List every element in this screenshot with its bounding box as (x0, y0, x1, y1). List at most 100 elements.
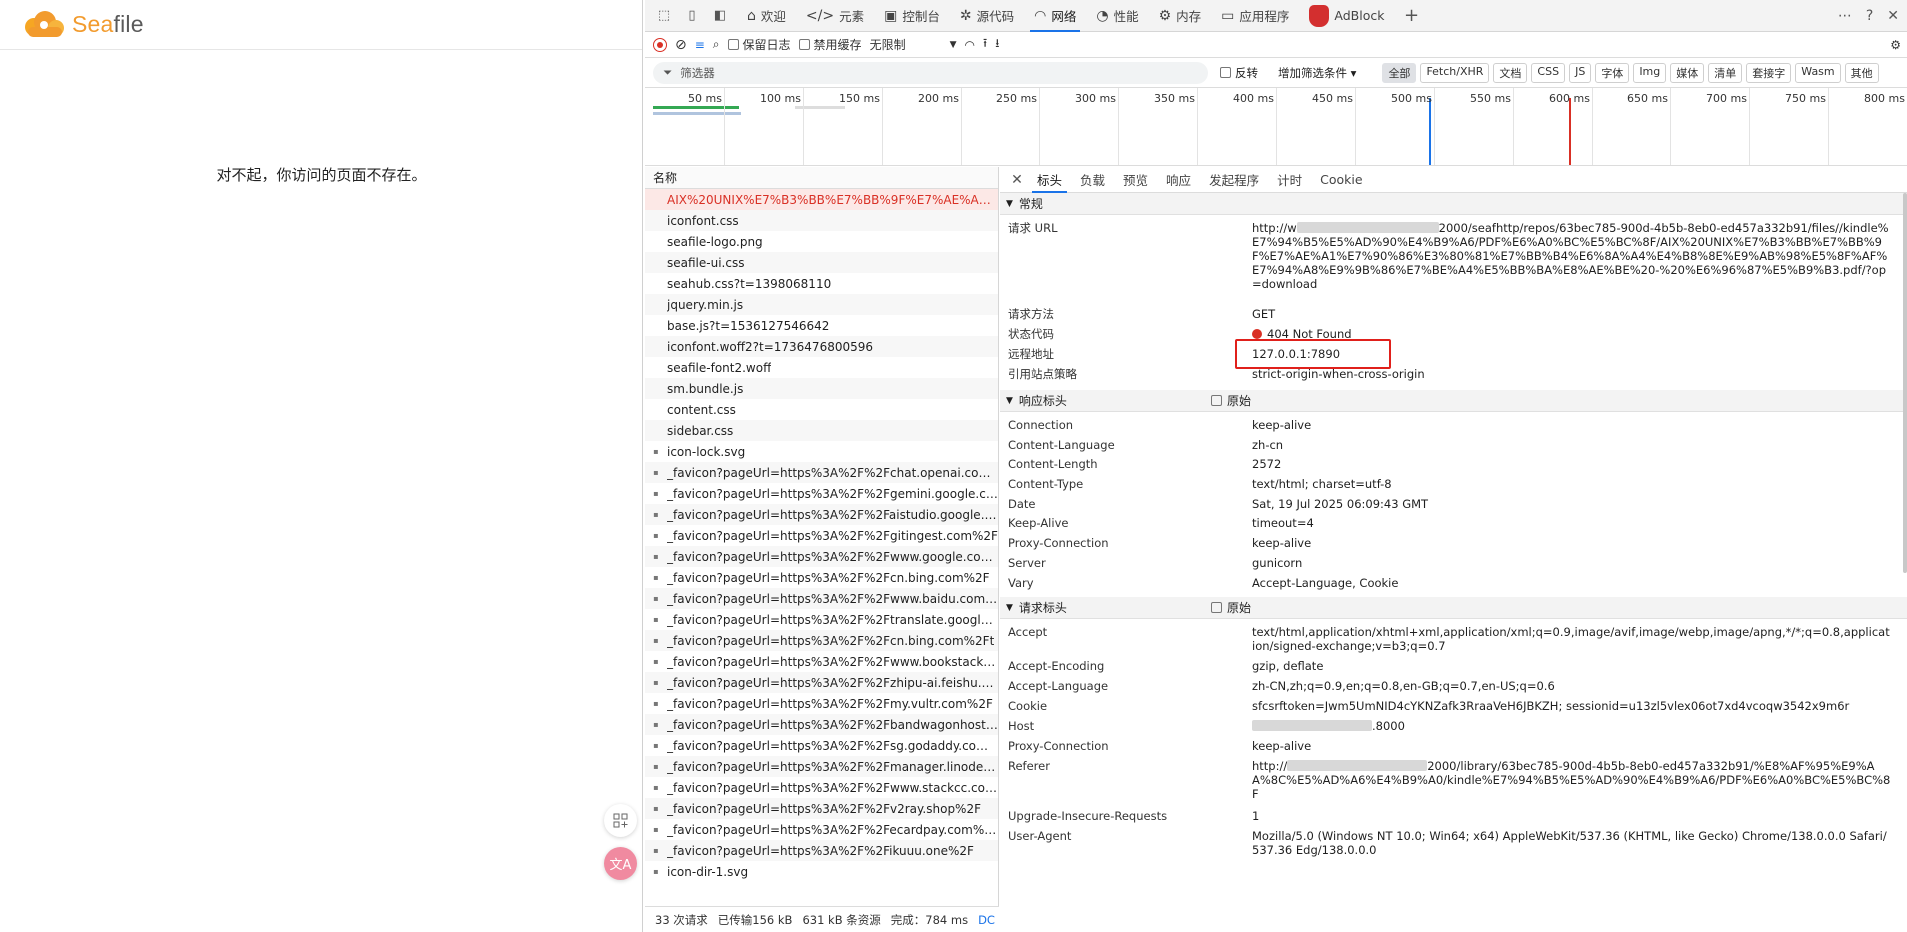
close-details-icon[interactable]: ✕ (1006, 172, 1028, 188)
clear-icon[interactable]: ⊘ (675, 37, 687, 53)
grid-icon (613, 813, 627, 827)
invert-checkbox[interactable]: 反转 (1220, 65, 1258, 81)
type-filter-button[interactable]: Wasm (1795, 62, 1841, 83)
tab-payload[interactable]: 负载 (1071, 167, 1114, 193)
request-row[interactable]: ▪ _favicon?pageUrl=https%3A%2F%2Fwww.book… (645, 651, 998, 672)
seafile-logo[interactable]: Seafile (20, 9, 144, 41)
request-row[interactable]: ▪ _favicon?pageUrl=https%3A%2F%2Fchat.ope… (645, 462, 998, 483)
inspect-icon[interactable]: ⬚ (653, 5, 675, 27)
translate-button[interactable]: 文A (604, 847, 637, 880)
finish-time: 完成：784 ms (890, 912, 969, 927)
network-conditions-icon[interactable]: ◠ (965, 38, 975, 52)
apps-grid-button[interactable] (604, 804, 637, 837)
tab-timing[interactable]: 计时 (1268, 167, 1311, 193)
response-headers-section-header[interactable]: ▼ 响应标头 原始 (1000, 390, 1907, 412)
tab-response[interactable]: 响应 (1157, 167, 1200, 193)
sidebar-toggle-icon[interactable]: ◧ (709, 5, 731, 27)
help-icon[interactable]: ? (1866, 8, 1873, 24)
type-filter-button[interactable]: Fetch/XHR (1420, 62, 1490, 83)
request-row[interactable]: ▪ _favicon?pageUrl=https%3A%2F%2Fzhipu-ai… (645, 672, 998, 693)
request-row[interactable]: content.css (645, 399, 998, 420)
request-row[interactable]: ▪ _favicon?pageUrl=https%3A%2F%2Fgitinges… (645, 525, 998, 546)
request-row[interactable]: ▪ _favicon?pageUrl=https%3A%2F%2Fgemini.g… (645, 483, 998, 504)
request-row[interactable]: sm.bundle.js (645, 378, 998, 399)
request-row[interactable]: ▪ _favicon?pageUrl=https%3A%2F%2Faistudio… (645, 504, 998, 525)
request-row[interactable]: ▪ _favicon?pageUrl=https%3A%2F%2Fwww.baid… (645, 588, 998, 609)
general-section-header[interactable]: ▼ 常规 (1000, 193, 1907, 215)
tab-preview[interactable]: 预览 (1114, 167, 1157, 193)
type-filter-button[interactable]: 媒体 (1670, 62, 1705, 83)
request-row[interactable]: ▪ _favicon?pageUrl=https%3A%2F%2Fmy.vultr… (645, 693, 998, 714)
request-row[interactable]: jquery.min.js (645, 294, 998, 315)
chevron-down-icon[interactable]: ▼ (950, 40, 957, 50)
tab-cookies[interactable]: Cookie (1311, 167, 1371, 193)
tab-memory[interactable]: ⚙ 内存 (1149, 0, 1212, 32)
request-row[interactable]: iconfont.css (645, 210, 998, 231)
close-icon[interactable]: ✕ (1887, 8, 1899, 24)
settings-icon[interactable]: ⚙ (1890, 38, 1901, 52)
request-row[interactable]: base.js?t=1536127546642 (645, 315, 998, 336)
import-icon[interactable]: ⭱ (983, 34, 987, 55)
throttle-select[interactable]: 无限制 (870, 36, 906, 53)
request-row[interactable]: sidebar.css (645, 420, 998, 441)
request-headers-section-header[interactable]: ▼ 请求标头 原始 (1000, 597, 1907, 620)
request-row[interactable]: iconfont.woff2?t=1736476800596 (645, 336, 998, 357)
type-filter-button[interactable]: Img (1633, 62, 1667, 83)
more-options-icon[interactable]: ⋯ (1838, 8, 1852, 24)
request-row[interactable]: ▪ icon-lock.svg (645, 441, 998, 462)
request-row[interactable]: seafile-ui.css (645, 252, 998, 273)
more-filters-dropdown[interactable]: 增加筛选条件 ▾ (1278, 65, 1356, 81)
search-icon[interactable]: ⌕ (713, 37, 720, 52)
type-filter-button[interactable]: JS (1569, 62, 1592, 83)
tab-network[interactable]: ◠ 网络 (1024, 0, 1086, 32)
tab-application[interactable]: ▭ 应用程序 (1211, 0, 1299, 32)
request-row[interactable]: ▪ _favicon?pageUrl=https%3A%2F%2Fikuuu.on… (645, 840, 998, 861)
disable-cache-checkbox[interactable]: 禁用缓存 (798, 36, 862, 53)
type-filter-button[interactable]: 套接字 (1746, 62, 1792, 83)
type-filter-button[interactable]: 清单 (1708, 62, 1743, 83)
type-filter-button[interactable]: 全部 (1382, 62, 1417, 83)
filter-icon[interactable]: ≡ (695, 38, 705, 52)
request-url-value[interactable]: http://w 2000/seafhttp/repos/63bec785-900… (1252, 221, 1892, 304)
tab-performance[interactable]: ◔ 性能 (1086, 0, 1148, 32)
tab-console[interactable]: ▣ 控制台 (874, 0, 950, 32)
record-icon[interactable] (653, 37, 667, 52)
request-row[interactable]: ▪ _favicon?pageUrl=https%3A%2F%2Fecardpay… (645, 819, 998, 840)
raw-checkbox[interactable]: 原始 (1210, 392, 1251, 409)
tab-sources[interactable]: ✲ 源代码 (950, 0, 1024, 32)
request-row[interactable]: seafile-font2.woff (645, 357, 998, 378)
type-filter-button[interactable]: 其他 (1844, 62, 1879, 83)
preserve-log-checkbox[interactable]: 保留日志 (727, 36, 791, 53)
request-row[interactable]: ▪ _favicon?pageUrl=https%3A%2F%2Fwww.goog… (645, 546, 998, 567)
request-row[interactable]: seahub.css?t=1398068110 (645, 273, 998, 294)
request-row[interactable]: ▪ _favicon?pageUrl=https%3A%2F%2Ftranslat… (645, 609, 998, 630)
request-row[interactable]: AIX%20UNIX%E7%B3%BB%E7%BB%9F%E7%AE%A1%E7… (645, 189, 998, 210)
request-row[interactable]: ▪ _favicon?pageUrl=https%3A%2F%2Fbandwago… (645, 714, 998, 735)
request-name: base.js?t=1536127546642 (667, 318, 830, 333)
request-row[interactable]: ▪ icon-dir-1.svg (645, 861, 998, 882)
type-filter-button[interactable]: 文档 (1493, 62, 1528, 83)
request-row[interactable]: seafile-logo.png (645, 231, 998, 252)
tab-adblock[interactable]: AdBlock (1299, 0, 1394, 32)
request-row[interactable]: ▪ _favicon?pageUrl=https%3A%2F%2Fcn.bing.… (645, 567, 998, 588)
tab-welcome[interactable]: ⌂ 欢迎 (737, 0, 796, 32)
request-row[interactable]: ▪ _favicon?pageUrl=https%3A%2F%2Fsg.godad… (645, 735, 998, 756)
tab-headers[interactable]: 标头 (1028, 167, 1071, 193)
raw-checkbox[interactable]: 原始 (1210, 599, 1251, 616)
request-row[interactable]: ▪ _favicon?pageUrl=https%3A%2F%2Fv2ray.sh… (645, 798, 998, 819)
export-icon[interactable]: ⭳ (995, 34, 999, 55)
type-filter-button[interactable]: CSS (1531, 62, 1566, 83)
tab-elements[interactable]: </> 元素 (796, 0, 874, 32)
type-filter-button[interactable]: 字体 (1595, 62, 1630, 83)
request-row[interactable]: ▪ _favicon?pageUrl=https%3A%2F%2Fmanager.… (645, 756, 998, 777)
network-timeline-overview[interactable]: 50 ms 100 ms 150 ms 200 ms 250 ms 300 ms 350 m… (645, 88, 1907, 166)
column-header-name[interactable]: 名称 (645, 167, 998, 189)
referrer-policy-row: 引用站点策略 strict-origin-when-cross-origin (1008, 367, 1425, 381)
filter-input[interactable]: ⏷ 筛选器 (653, 61, 1208, 84)
device-toolbar-icon[interactable]: ▯ (681, 5, 703, 27)
request-headers: Accept text/html,application/xhtml+xml,ap… (1000, 619, 1907, 863)
add-tab-icon[interactable]: + (1400, 5, 1422, 27)
request-row[interactable]: ▪ _favicon?pageUrl=https%3A%2F%2Fcn.bing.… (645, 630, 998, 651)
request-row[interactable]: ▪ _favicon?pageUrl=https%3A%2F%2Fwww.stac… (645, 777, 998, 798)
tab-initiator[interactable]: 发起程序 (1200, 167, 1268, 193)
